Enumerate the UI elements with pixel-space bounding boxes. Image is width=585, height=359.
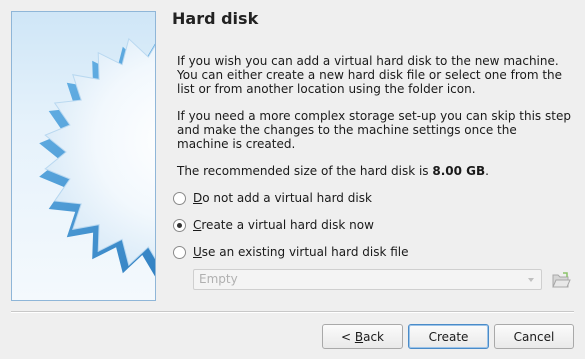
back-prefix: <: [340, 329, 355, 344]
create-button[interactable]: Create: [408, 324, 489, 349]
chevron-down-icon: [528, 278, 534, 282]
recommended-size-value: 8.00 GB: [432, 164, 486, 178]
existing-disk-radio[interactable]: [173, 245, 186, 259]
no-disk-label[interactable]: Do not add a virtual hard disk: [193, 191, 372, 205]
no-disk-radio[interactable]: [173, 191, 186, 205]
no-disk-label-rest: o not add a virtual hard disk: [202, 191, 372, 205]
no-disk-option[interactable]: Do not add a virtual hard disk: [173, 190, 372, 206]
back-label-rest: ack: [363, 329, 384, 344]
intro-paragraph: If you wish you can add a virtual hard d…: [177, 54, 563, 96]
recommended-size-prefix: The recommended size of the hard disk is: [177, 164, 433, 178]
wizard-side-image: [11, 11, 156, 301]
cancel-button[interactable]: Cancel: [494, 324, 574, 349]
existing-disk-combo[interactable]: Empty: [193, 269, 542, 290]
existing-disk-label[interactable]: Use an existing virtual hard disk file: [193, 245, 409, 259]
create-disk-label-rest: reate a virtual hard disk now: [201, 218, 374, 232]
existing-disk-mnemonic: U: [193, 245, 202, 259]
existing-disk-option[interactable]: Use an existing virtual hard disk file: [173, 244, 409, 260]
no-disk-mnemonic: D: [193, 191, 203, 205]
existing-disk-combo-value: Empty: [199, 272, 238, 286]
create-disk-option[interactable]: Create a virtual hard disk now: [173, 217, 374, 233]
create-disk-label[interactable]: Create a virtual hard disk now: [193, 218, 374, 232]
folder-open-icon: [552, 272, 571, 288]
choose-disk-file-button[interactable]: [551, 270, 571, 290]
recommended-size-text: The recommended size of the hard disk is…: [177, 164, 572, 178]
recommended-size-suffix: .: [485, 164, 489, 178]
complex-setup-paragraph: If you need a more complex storage set-u…: [177, 109, 571, 151]
create-disk-radio[interactable]: [173, 218, 186, 232]
button-separator: [11, 311, 574, 313]
existing-disk-label-rest: se an existing virtual hard disk file: [201, 245, 409, 259]
back-button[interactable]: < Back: [322, 324, 403, 349]
page-title: Hard disk: [172, 9, 259, 28]
star-icon: [39, 37, 155, 277]
back-mnemonic: B: [354, 329, 364, 344]
